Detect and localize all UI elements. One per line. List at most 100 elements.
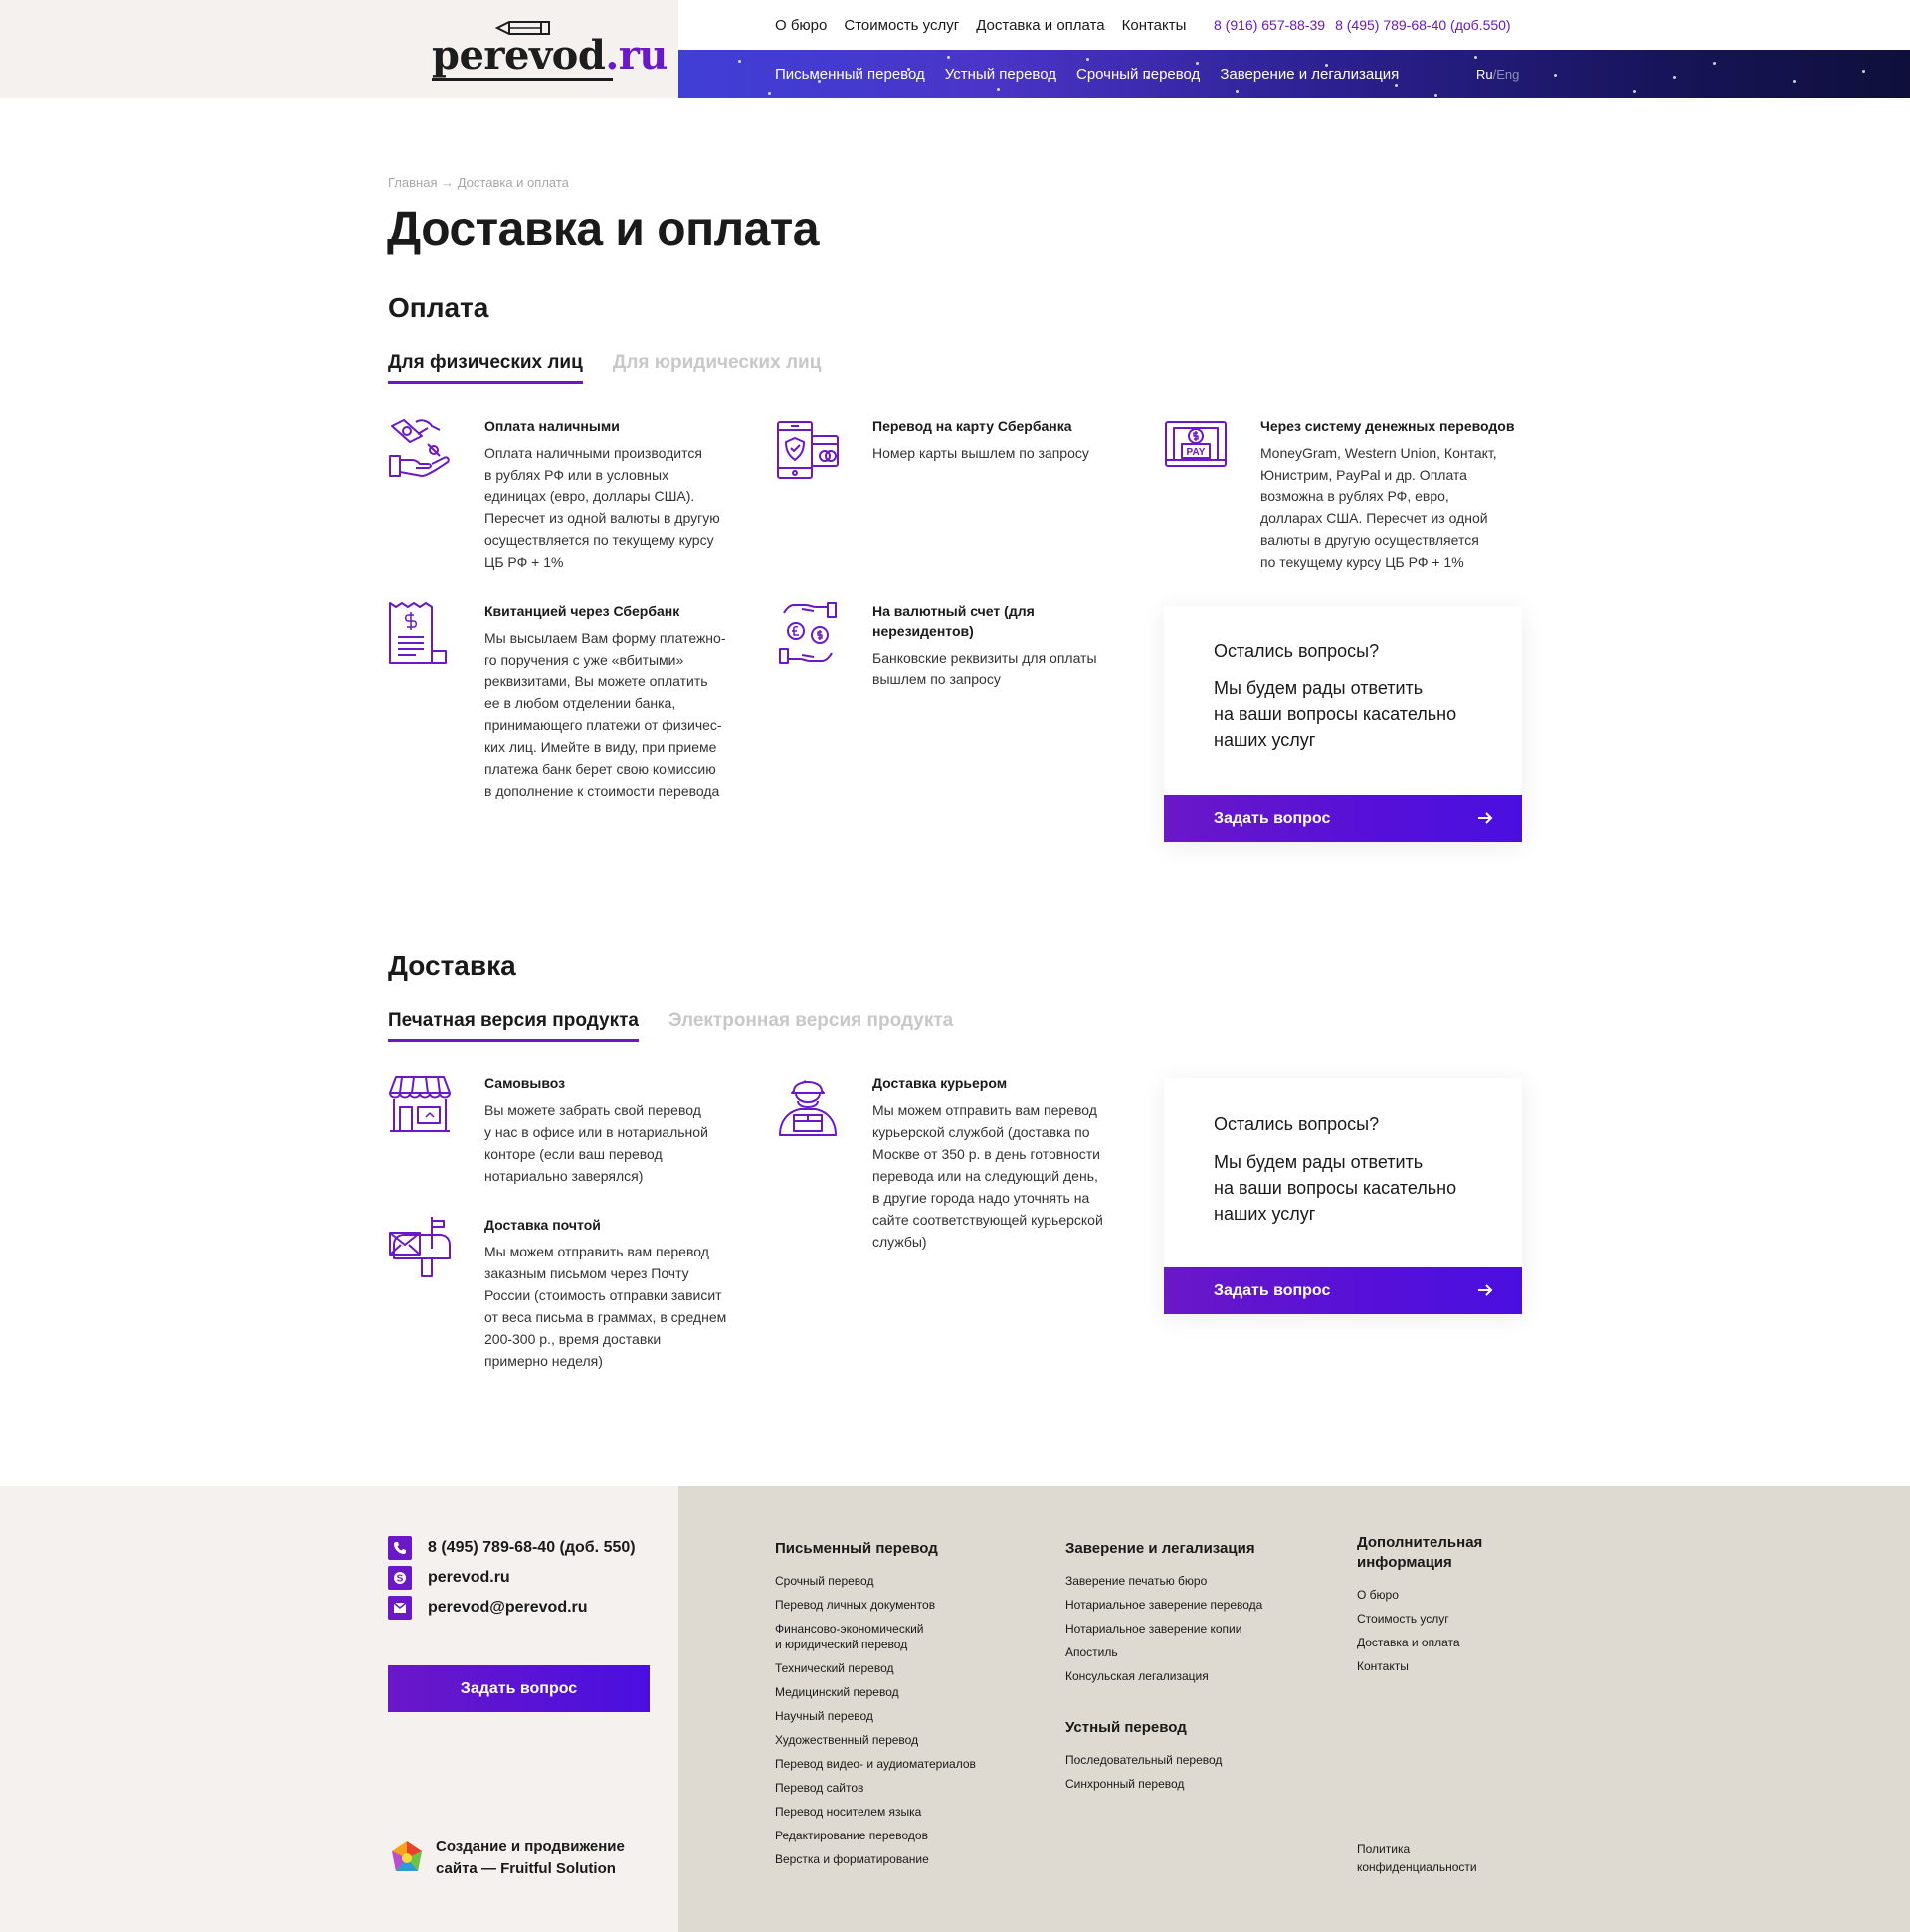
footer-ask-question-button[interactable]: Задать вопрос (388, 1665, 650, 1712)
question-card-title: Остались вопросы? (1214, 1114, 1380, 1134)
footer-link[interactable]: Перевод сайтов (775, 1781, 863, 1795)
footer-link[interactable]: Перевод видео- и аудиоматериалов (775, 1757, 976, 1771)
service-nav: Письменный перевод Устный перевод Срочны… (775, 50, 1399, 98)
ask-question-button[interactable]: Задать вопрос (1164, 1267, 1522, 1314)
lang-ru[interactable]: Ru (1476, 67, 1493, 82)
nav-about[interactable]: О бюро (775, 17, 827, 34)
service-oral[interactable]: Устный перевод (945, 66, 1056, 83)
question-card-text: Мы будем рады ответить на ваши вопросы к… (1214, 1152, 1457, 1224)
phone-mobile[interactable]: 8 (916) 657-88-39 (1214, 17, 1325, 33)
footer-link[interactable]: Последовательный перевод (1065, 1753, 1222, 1767)
site-header: perevod.ru О бюро Стоимость услуг Достав… (0, 0, 1910, 98)
mailbox-icon (389, 1217, 451, 1277)
footer-link[interactable]: Редактирование переводов (775, 1829, 928, 1842)
site-logo[interactable]: perevod.ru (432, 18, 668, 84)
footer-link[interactable]: Консульская легализация (1065, 1669, 1209, 1683)
footer-col-legalization: Заверение и легализация Заверение печать… (1065, 1539, 1314, 1800)
footer-link[interactable]: Художественный перевод (775, 1733, 918, 1747)
footer-link[interactable]: Верстка и форматирование (775, 1852, 929, 1866)
star-decoration (1633, 90, 1636, 93)
question-card: Остались вопросы? Мы будем рады ответить… (1164, 1078, 1522, 1314)
arrow-right-icon (1478, 1284, 1493, 1296)
footer-skype[interactable]: S perevod.ru (388, 1566, 510, 1590)
service-legalization[interactable]: Заверение и легализация (1220, 66, 1399, 83)
footer-link[interactable]: Перевод личных документов (775, 1598, 935, 1612)
star-decoration (1554, 74, 1557, 77)
tab-electronic-version[interactable]: Электронная версия продукта (668, 1010, 953, 1042)
pay-monitor-icon: PAY (1165, 421, 1227, 467)
footer-link[interactable]: Срочный перевод (775, 1574, 873, 1588)
item-description: Вы можете забрать свой перевод у нас в о… (484, 1102, 708, 1184)
receipt-icon (389, 602, 447, 664)
nav-delivery[interactable]: Доставка и оплата (976, 17, 1104, 34)
question-card-text: Мы будем рады ответить на ваши вопросы к… (1214, 678, 1457, 750)
star-decoration (768, 92, 771, 95)
ask-question-button[interactable]: Задать вопрос (1164, 795, 1522, 842)
footer-link[interactable]: Перевод носителем языка (775, 1805, 921, 1819)
star-decoration (1434, 94, 1437, 97)
item-description: MoneyGram, Western Union, Контакт, Юнист… (1260, 445, 1497, 570)
logo-underline (432, 78, 613, 81)
footer-col-heading: Дополнительная информация (1357, 1534, 1483, 1571)
footer-link[interactable]: О бюро (1357, 1588, 1399, 1602)
footer-link[interactable]: Доставка и оплата (1357, 1636, 1460, 1649)
item-description: Оплата наличными производится в рублях Р… (484, 445, 720, 570)
footer-email-text: perevod@perevod.ru (428, 1599, 588, 1616)
svg-text:S: S (397, 1574, 404, 1585)
service-urgent[interactable]: Срочный перевод (1076, 66, 1200, 83)
nav-prices[interactable]: Стоимость услуг (844, 17, 959, 34)
shop-icon (389, 1076, 451, 1132)
footer-link[interactable]: Стоимость услуг (1357, 1612, 1449, 1626)
breadcrumb-home[interactable]: Главная (388, 175, 437, 190)
nav-contacts[interactable]: Контакты (1122, 17, 1187, 34)
tab-individuals[interactable]: Для физических лиц (388, 352, 583, 384)
footer-link[interactable]: Научный перевод (775, 1709, 873, 1723)
footer-col-heading: Заверение и легализация (1065, 1540, 1255, 1557)
header-logo-area: perevod.ru (0, 0, 678, 98)
footer-col-heading: Письменный перевод (775, 1540, 938, 1557)
tab-legal-entities[interactable]: Для юридических лиц (613, 352, 822, 384)
star-decoration (1673, 76, 1676, 79)
footer-link[interactable]: Медицинский перевод (775, 1685, 899, 1699)
footer-link[interactable]: Синхронный перевод (1065, 1777, 1184, 1791)
star-decoration (1862, 70, 1865, 73)
item-description: Номер карты вышлем по запросу (872, 445, 1089, 461)
star-decoration (1793, 80, 1796, 83)
footer-link[interactable]: Апостиль (1065, 1645, 1118, 1659)
footer-link[interactable]: Финансово-экономический и юридический пе… (775, 1622, 924, 1651)
footer-link[interactable]: Технический перевод (775, 1661, 893, 1675)
language-switch: Ru / Eng (1476, 50, 1519, 98)
cash-hand-icon (389, 419, 450, 477)
ask-question-label: Задать вопрос (1214, 1281, 1331, 1299)
ask-question-label: Задать вопрос (1214, 809, 1331, 827)
arrow-right-icon (1478, 812, 1493, 824)
tab-print-version[interactable]: Печатная версия продукта (388, 1010, 639, 1042)
footer-link[interactable]: Нотариальное заверение копии (1065, 1622, 1242, 1636)
service-written[interactable]: Письменный перевод (775, 66, 925, 83)
footer-phone-text: 8 (495) 789-68-40 (доб. 550) (428, 1539, 636, 1556)
footer-phone[interactable]: 8 (495) 789-68-40 (доб. 550) (388, 1536, 636, 1560)
item-title: Оплата наличными (484, 418, 620, 434)
privacy-policy-link[interactable]: Политика конфиденциальности (1357, 1840, 1477, 1876)
header-phones: 8 (916) 657-88-39 8 (495) 789-68-40 (доб… (1214, 0, 1511, 50)
lang-eng[interactable]: Eng (1496, 67, 1519, 82)
footer-link[interactable]: Заверение печатью бюро (1065, 1574, 1207, 1588)
page-title: Доставка и оплата (387, 203, 819, 256)
star-decoration (738, 60, 741, 63)
developer-credit[interactable]: Создание и продвижение сайта — Fruitful … (388, 1836, 625, 1880)
item-title: Доставка почтой (484, 1217, 601, 1233)
footer-link[interactable]: Контакты (1357, 1659, 1409, 1673)
developer-credit-text: Создание и продвижение сайта — Fruitful … (436, 1838, 625, 1877)
phone-icon (388, 1536, 412, 1560)
footer-link[interactable]: Нотариальное заверение перевода (1065, 1598, 1262, 1612)
footer-col-written: Письменный перевод Срочный перевод Перев… (775, 1539, 1024, 1875)
delivery-tabs: Печатная версия продукта Электронная вер… (388, 1010, 953, 1042)
currency-exchange-icon (779, 602, 837, 664)
phone-office[interactable]: 8 (495) 789-68-40 (доб.550) (1335, 17, 1511, 33)
top-nav: О бюро Стоимость услуг Доставка и оплата… (775, 0, 1186, 50)
star-decoration (1713, 62, 1716, 65)
fruitful-solution-logo-icon (392, 1841, 422, 1871)
item-description: Мы можем отправить вам перевод заказным … (484, 1244, 727, 1369)
footer-email[interactable]: perevod@perevod.ru (388, 1596, 588, 1620)
logo-text: perevod.ru (432, 32, 668, 79)
